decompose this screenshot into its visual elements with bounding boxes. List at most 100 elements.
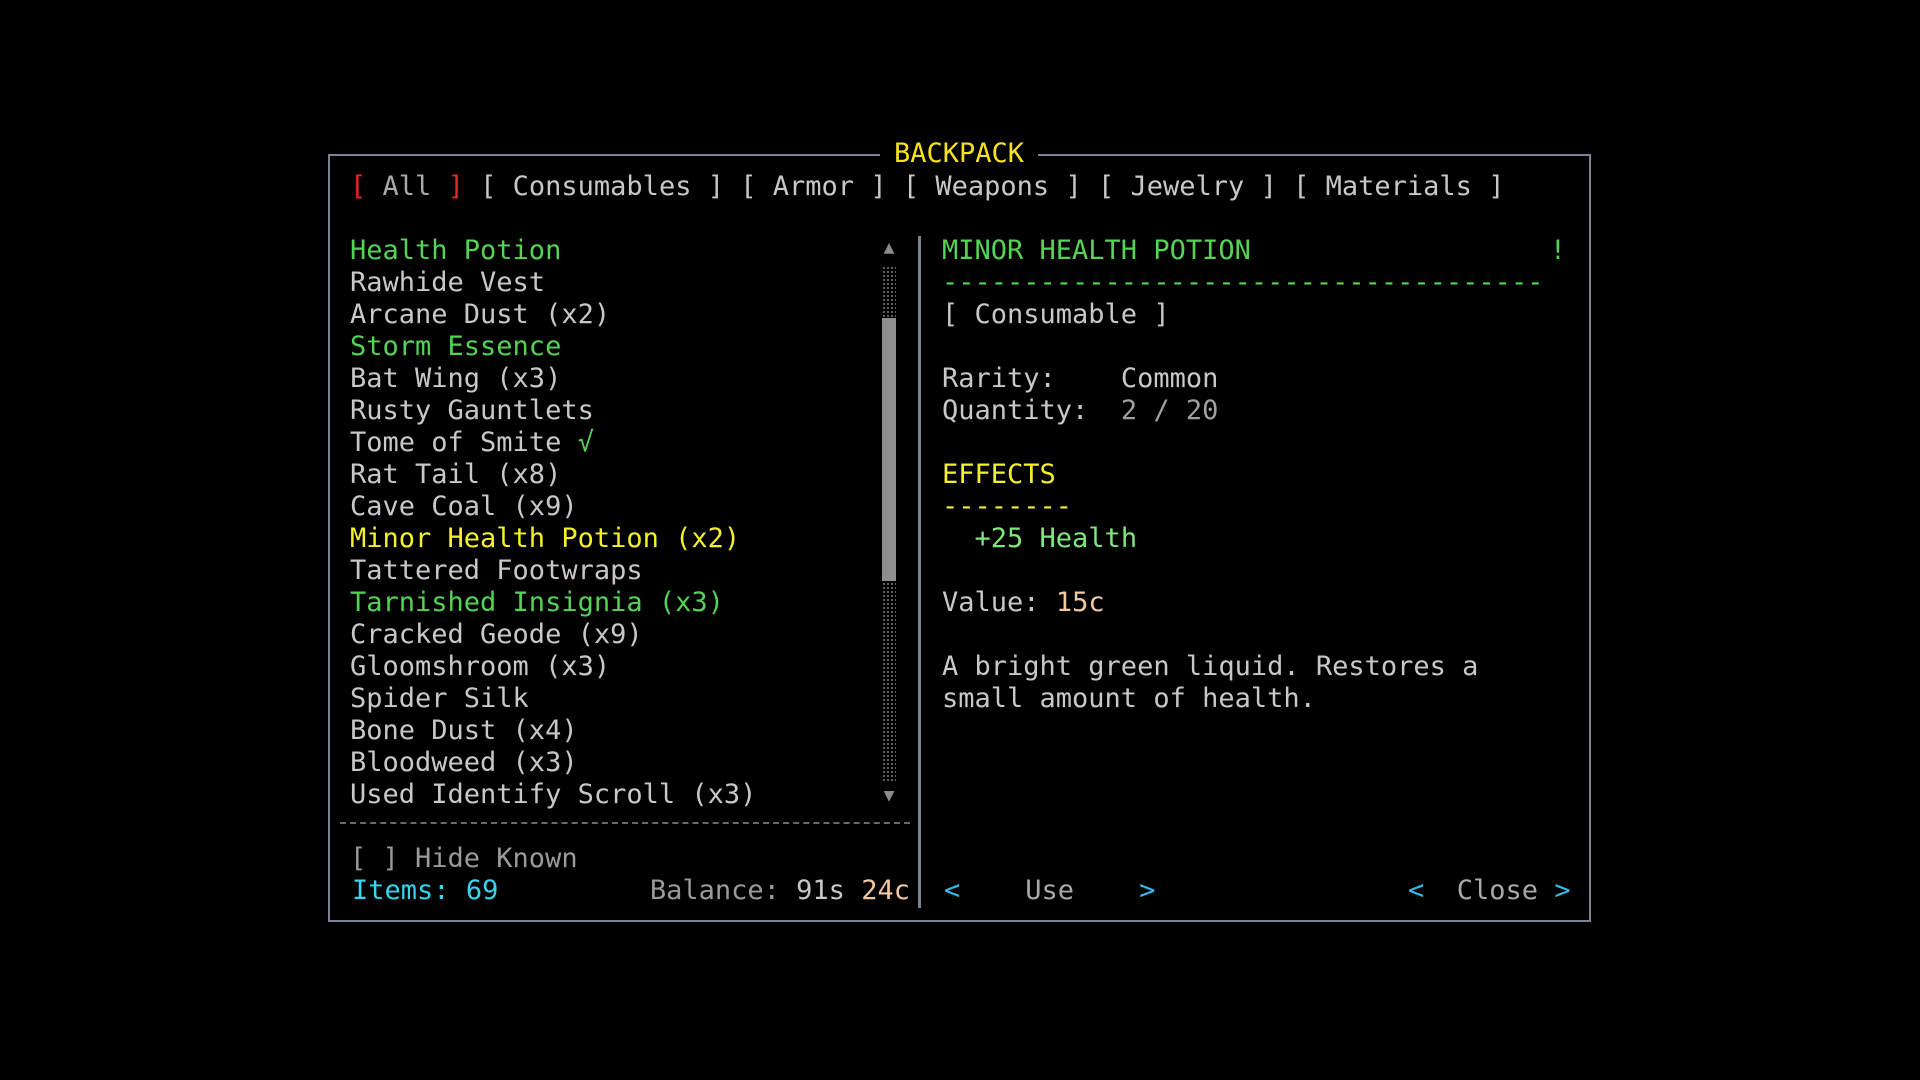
list-item[interactable]: Used Identify Scroll (x3) [350,779,870,811]
value-amount: 15c [1055,587,1105,618]
tab-jewelry[interactable]: [ Jewelry ] [1098,171,1277,202]
tab-bracket-open: [ [350,171,367,202]
item-label: Rat Tail (x8) [350,459,562,490]
scroll-down-icon[interactable]: ▼ [876,786,902,806]
tab-label: Weapons [935,171,1050,202]
item-label: Bat Wing (x3) [350,363,562,394]
list-item[interactable]: Bone Dust (x4) [350,715,870,747]
use-label[interactable]: Use [1025,875,1074,906]
tab-label: Materials [1325,171,1472,202]
tab-bracket-open: [ [740,171,757,202]
value-label: Value: [942,587,1040,618]
tab-bracket-close: ] [870,171,887,202]
list-item[interactable]: Arcane Dust (x2) [350,299,870,331]
chevron-right-icon[interactable]: > [1554,875,1570,906]
balance-silver: 91s [796,875,845,906]
quantity-value: 2 / 20 [1120,395,1219,426]
item-detail-panel: MINOR HEALTH POTION ! ------------------… [942,235,1572,715]
new-item-flag-icon: ! [1549,235,1566,266]
chevron-left-icon[interactable]: < [944,875,960,906]
tab-bracket-close: ] [707,171,724,202]
items-count-value: 69 [465,875,499,906]
tab-label: Armor [772,171,855,202]
list-item[interactable]: Health Potion [350,235,870,267]
item-label: Storm Essence [350,331,562,362]
item-label: Rusty Gauntlets [350,395,594,426]
list-item[interactable]: Minor Health Potion (x2) [350,523,870,555]
effects-divider: -------- [942,491,1073,522]
tab-all[interactable]: [ All ] [350,171,464,202]
item-label: Bone Dust (x4) [350,715,578,746]
list-item[interactable]: Tarnished Insignia (x3) [350,587,870,619]
close-label[interactable]: Close [1457,875,1538,906]
list-item[interactable]: Rusty Gauntlets [350,395,870,427]
tab-bracket-close: ] [1065,171,1082,202]
effect-line: +25 Health [974,523,1138,554]
tab-materials[interactable]: [ Materials ] [1293,171,1504,202]
chevron-left-icon[interactable]: < [1408,875,1424,906]
list-item[interactable]: Bat Wing (x3) [350,363,870,395]
item-label: Gloomshroom (x3) [350,651,611,682]
item-label: Tome of Smite [350,427,562,458]
item-label: Arcane Dust (x2) [350,299,611,330]
list-item[interactable]: Spider Silk [350,683,870,715]
balance-label: Balance: [649,875,780,906]
list-item[interactable]: Tome of Smite √ [350,427,870,459]
list-item[interactable]: Storm Essence [350,331,870,363]
item-label: Used Identify Scroll (x3) [350,779,757,810]
rarity-value: Common [1120,363,1219,394]
tab-bracket-open: [ [480,171,497,202]
item-label: Spider Silk [350,683,529,714]
tab-bracket-close: ] [1260,171,1277,202]
item-label: Tattered Footwraps [350,555,643,586]
tab-bracket-open: [ [1293,171,1310,202]
tab-bar: [ All ] [ Consumables ] [ Armor ] [ Weap… [350,171,1504,203]
list-item[interactable]: Rat Tail (x8) [350,459,870,491]
detail-divider: ------------------------------------- [942,267,1544,298]
tab-weapons[interactable]: [ Weapons ] [903,171,1082,202]
tab-label: All [382,171,432,202]
scroll-up-icon[interactable]: ▲ [876,238,902,258]
item-label: Bloodweed (x3) [350,747,578,778]
checkmark-icon: √ [577,427,594,458]
item-label: Cracked Geode (x9) [350,619,643,650]
items-count: Items: 69 [352,875,498,907]
item-label: Health Potion [350,235,562,266]
list-footer-divider [340,822,910,824]
tab-bracket-open: [ [1097,171,1115,202]
window-title: BACKPACK [880,138,1039,170]
tab-label: Consumables [512,171,692,202]
item-label: Cave Coal (x9) [350,491,578,522]
rarity-label: Rarity: [942,363,1056,394]
tab-consumables[interactable]: [ Consumables ] [480,171,724,202]
item-list-scrollbar[interactable]: ▲ ▼ [876,238,902,810]
use-button[interactable]: < Use > [944,875,1155,907]
tab-bracket-close: ] [447,171,464,202]
tab-bracket-open: [ [902,171,920,202]
list-item[interactable]: Cave Coal (x9) [350,491,870,523]
item-list: Health Potion Rawhide Vest Arcane Dust (x2… [350,235,870,811]
list-item[interactable]: Bloodweed (x3) [350,747,870,779]
chevron-right-icon[interactable]: > [1139,875,1155,906]
items-count-label: Items: [352,875,450,906]
list-item[interactable]: Cracked Geode (x9) [350,619,870,651]
balance: Balance: 91s 24c [650,875,910,907]
close-button[interactable]: < Close > [1408,875,1571,907]
description-line: small amount of health. [942,683,1316,714]
list-item[interactable]: Gloomshroom (x3) [350,651,870,683]
description-line: A bright green liquid. Restores a [942,651,1479,682]
list-item[interactable]: Tattered Footwraps [350,555,870,587]
item-label: Minor Health Potion (x2) [350,523,741,554]
tab-label: Jewelry [1130,171,1245,202]
item-label: Rawhide Vest [350,267,546,298]
scroll-thumb[interactable] [882,317,896,581]
effects-heading: EFFECTS [942,459,1056,490]
hide-known-checkbox[interactable]: [ ] Hide Known [350,843,578,875]
detail-item-name: MINOR HEALTH POTION [942,235,1251,266]
panel-divider [918,236,921,908]
list-item[interactable]: Rawhide Vest [350,267,870,299]
tab-armor[interactable]: [ Armor ] [740,171,886,202]
item-label: Tarnished Insignia (x3) [350,587,724,618]
quantity-label: Quantity: [942,395,1089,426]
balance-copper: 24c [861,875,910,906]
